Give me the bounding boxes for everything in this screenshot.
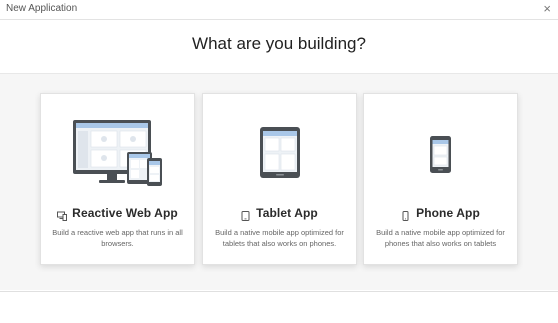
card-label-row: Phone App xyxy=(364,205,517,221)
card-title: Reactive Web App xyxy=(72,206,178,220)
tablet-icon xyxy=(203,94,356,194)
phone-small-icon xyxy=(401,208,410,221)
dialog-footer xyxy=(0,291,558,323)
new-application-dialog: New Application × What are you building? xyxy=(0,0,558,323)
card-description: Build a native mobile app optimized for … xyxy=(376,228,505,248)
close-icon[interactable]: × xyxy=(543,1,551,17)
heading-area: What are you building? xyxy=(0,20,558,74)
card-title: Tablet App xyxy=(256,206,318,220)
desktop-devices-icon xyxy=(41,94,194,194)
card-label-row: Reactive Web App xyxy=(41,205,194,221)
tablet-app-card[interactable]: Tablet App Build a native mobile app opt… xyxy=(202,93,357,265)
multi-device-icon xyxy=(57,208,68,221)
card-description: Build a reactive web app that runs in al… xyxy=(52,228,183,248)
page-title: What are you building? xyxy=(192,34,366,53)
phone-app-card[interactable]: Phone App Build a native mobile app opti… xyxy=(363,93,518,265)
card-description: Build a native mobile app optimized for … xyxy=(215,228,344,248)
window-title: New Application xyxy=(6,3,78,14)
title-bar: New Application × xyxy=(0,0,558,20)
phone-icon xyxy=(364,94,517,194)
app-type-panel: Reactive Web App Build a reactive web ap… xyxy=(0,74,558,290)
card-label-row: Tablet App xyxy=(203,205,356,221)
tablet-small-icon xyxy=(241,208,250,221)
reactive-web-app-card[interactable]: Reactive Web App Build a reactive web ap… xyxy=(40,93,195,265)
card-title: Phone App xyxy=(416,206,480,220)
